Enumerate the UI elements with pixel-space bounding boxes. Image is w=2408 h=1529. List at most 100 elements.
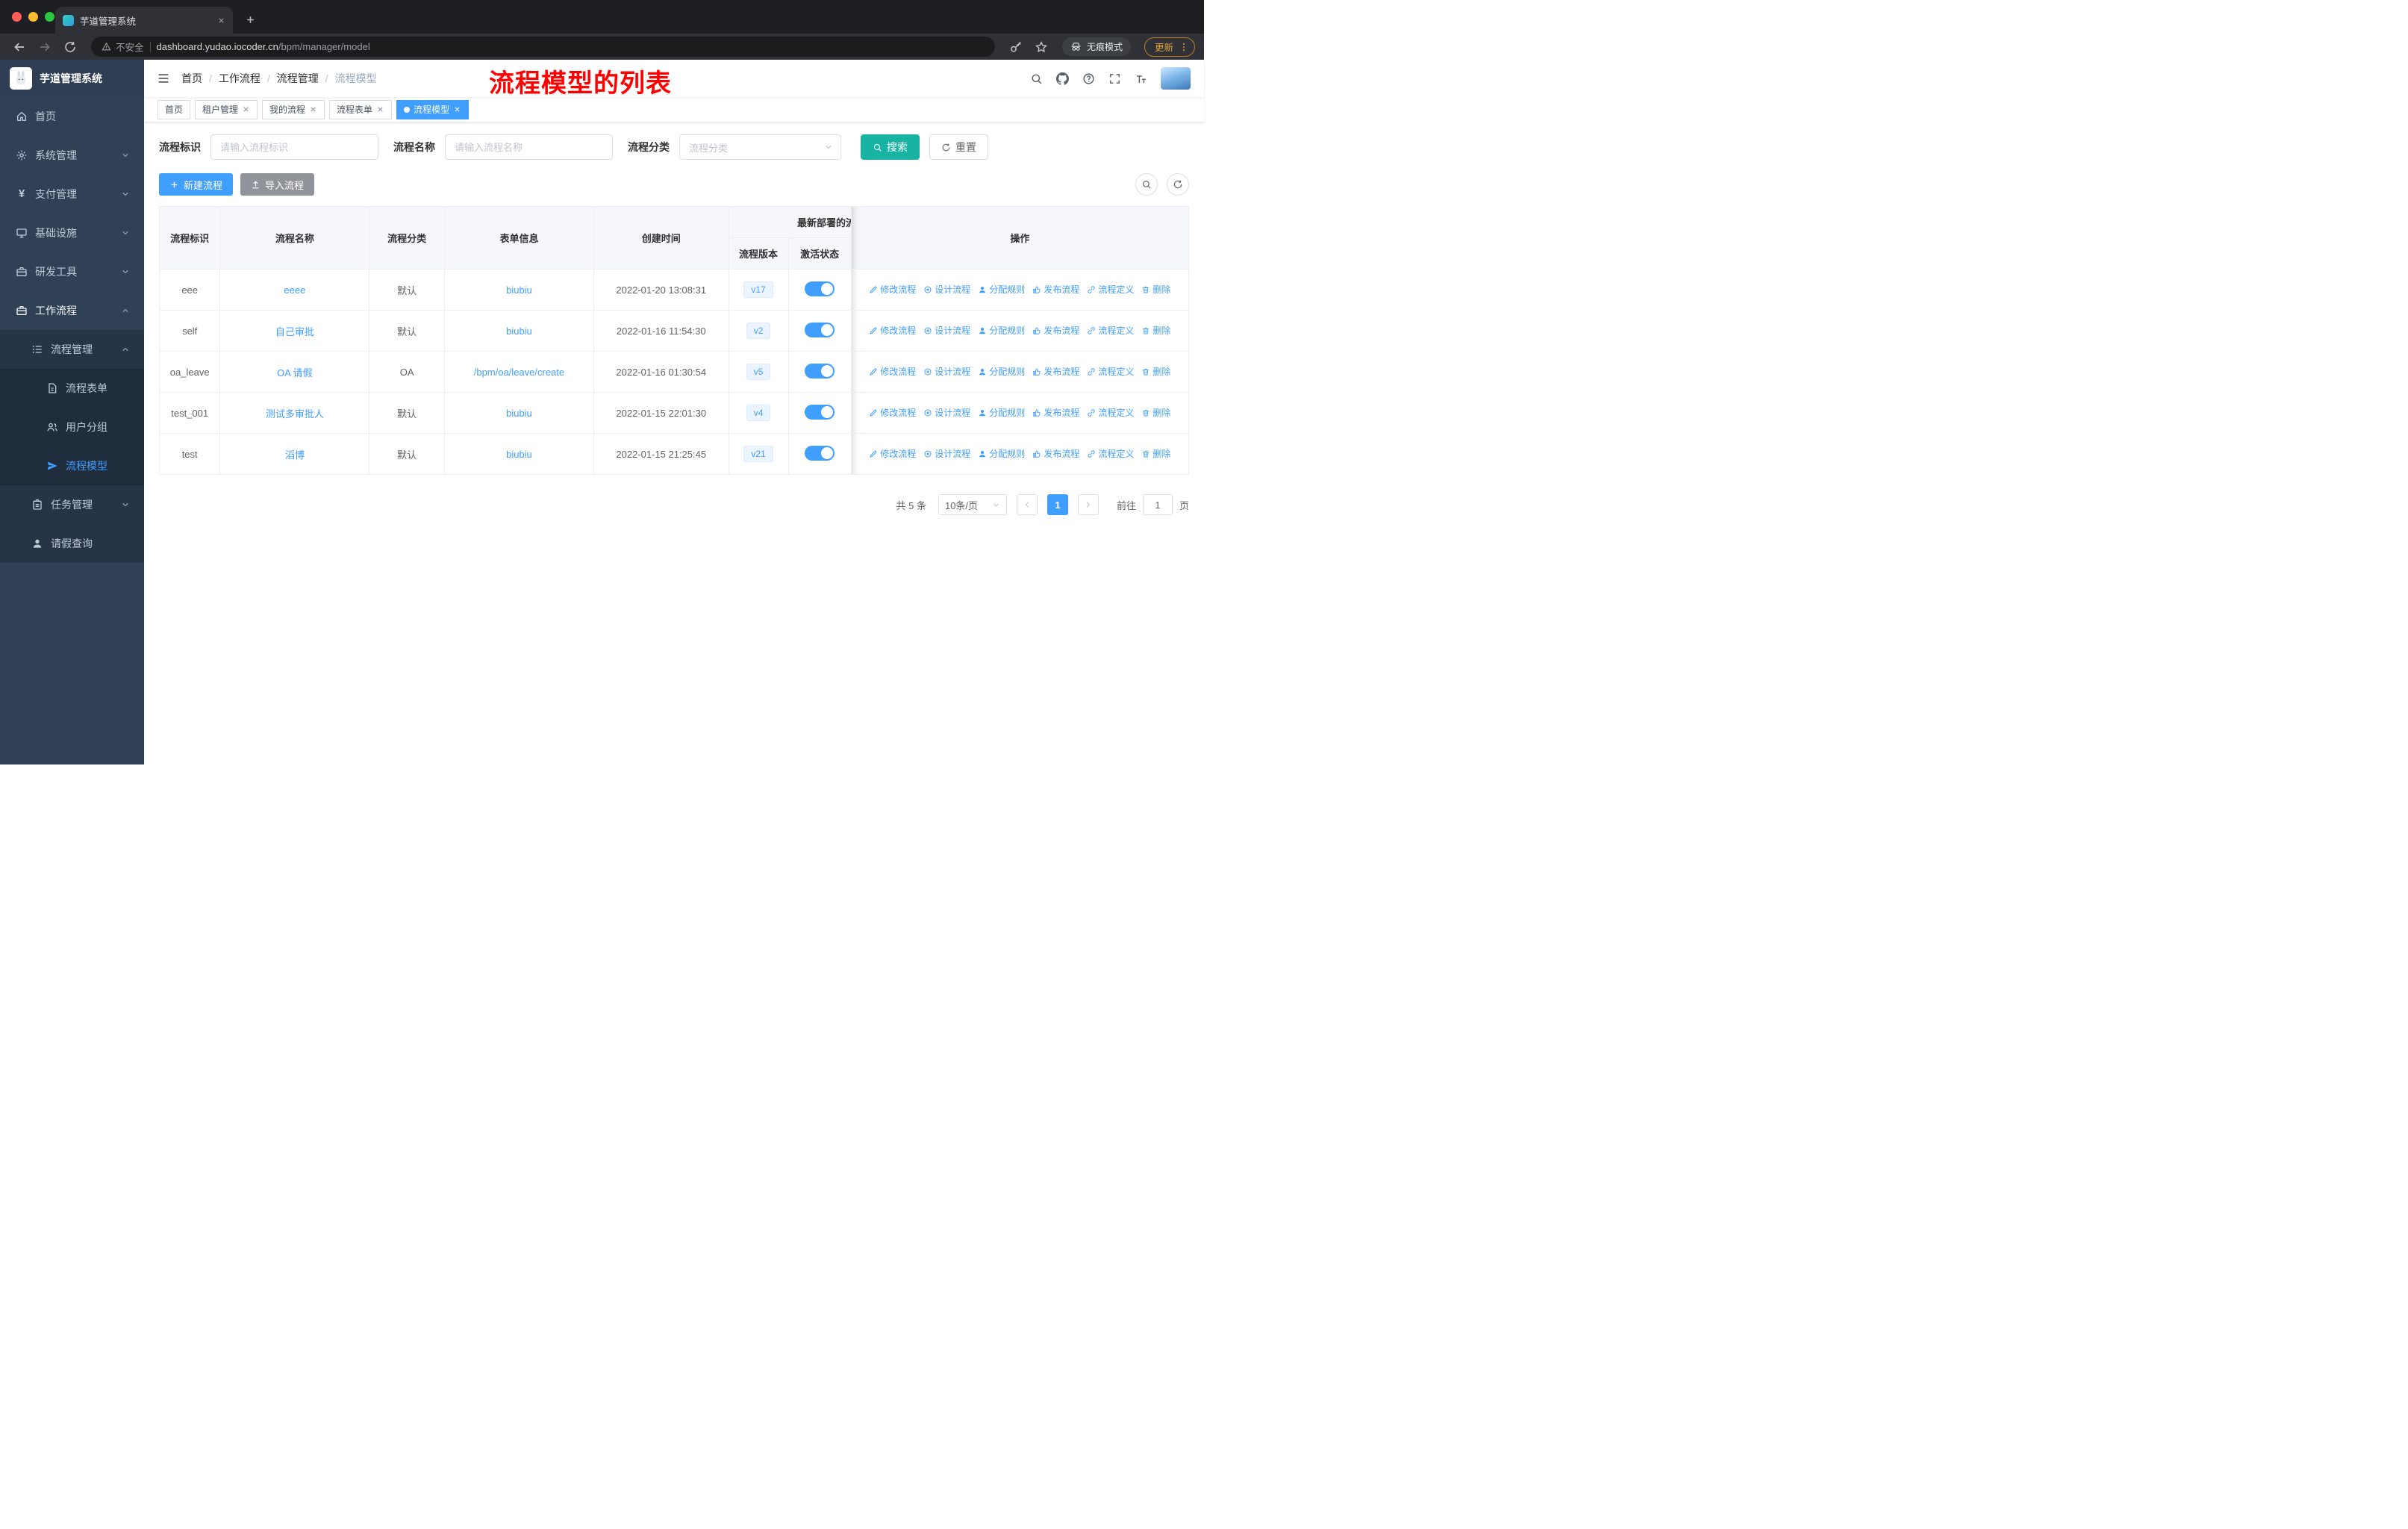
sidebar-item-leave-query[interactable]: 请假查询 [0, 524, 144, 563]
sidebar-item-home[interactable]: 首页 [0, 97, 144, 136]
close-icon[interactable] [453, 105, 461, 113]
process-id-input[interactable] [210, 134, 378, 160]
page-size-select[interactable]: 10条/页 [938, 494, 1007, 515]
reset-button[interactable]: 重置 [929, 134, 988, 160]
action-definition[interactable]: 流程定义 [1087, 447, 1134, 460]
browser-menu-dots-icon[interactable] [1179, 42, 1189, 52]
breadcrumb-home[interactable]: 首页 [181, 71, 202, 86]
action-delete[interactable]: 删除 [1141, 283, 1170, 296]
window-zoom-button[interactable] [45, 12, 54, 22]
avatar[interactable] [1161, 67, 1191, 90]
active-toggle[interactable] [805, 363, 835, 379]
action-design[interactable]: 设计流程 [923, 283, 970, 296]
action-delete[interactable]: 删除 [1141, 447, 1170, 460]
action-publish[interactable]: 发布流程 [1032, 365, 1079, 378]
action-definition[interactable]: 流程定义 [1087, 365, 1134, 378]
action-publish[interactable]: 发布流程 [1032, 406, 1079, 419]
tag-process-form[interactable]: 流程表单 [329, 99, 393, 119]
process-name-link[interactable]: 自己审批 [275, 326, 314, 337]
goto-page-input[interactable] [1142, 494, 1173, 515]
browser-tab[interactable]: 芋道管理系统 [55, 7, 233, 34]
sidebar-item-payment[interactable]: ¥ 支付管理 [0, 175, 144, 214]
action-delete[interactable]: 删除 [1141, 365, 1170, 378]
font-size-icon[interactable] [1135, 72, 1147, 85]
tag-process-model[interactable]: 流程模型 [396, 99, 470, 119]
action-assign-rule[interactable]: 分配规则 [978, 283, 1025, 296]
process-name-link[interactable]: OA 请假 [277, 367, 313, 379]
form-info-link[interactable]: biubiu [506, 408, 532, 419]
action-definition[interactable]: 流程定义 [1087, 406, 1134, 419]
sidebar-item-process-management[interactable]: 流程管理 [0, 330, 144, 369]
action-edit[interactable]: 修改流程 [869, 283, 916, 296]
close-icon[interactable] [242, 105, 250, 113]
tag-tenant[interactable]: 租户管理 [195, 99, 258, 119]
password-key-icon[interactable] [1009, 40, 1023, 54]
action-design[interactable]: 设计流程 [923, 447, 970, 460]
action-assign-rule[interactable]: 分配规则 [978, 365, 1025, 378]
process-category-select[interactable]: 流程分类 [679, 134, 841, 160]
action-design[interactable]: 设计流程 [923, 365, 970, 378]
action-edit[interactable]: 修改流程 [869, 406, 916, 419]
window-close-button[interactable] [12, 12, 22, 22]
action-delete[interactable]: 删除 [1141, 324, 1170, 337]
sidebar-item-process-model[interactable]: 流程模型 [0, 446, 144, 485]
next-page-button[interactable] [1077, 494, 1099, 515]
form-info-link[interactable]: biubiu [506, 284, 532, 296]
action-edit[interactable]: 修改流程 [869, 447, 916, 460]
action-design[interactable]: 设计流程 [923, 324, 970, 337]
toggle-search-button[interactable] [1135, 173, 1158, 196]
import-process-button[interactable]: 导入流程 [240, 173, 315, 196]
reload-icon[interactable] [63, 40, 77, 54]
back-icon[interactable] [13, 40, 26, 54]
action-edit[interactable]: 修改流程 [869, 365, 916, 378]
active-toggle[interactable] [805, 404, 835, 420]
new-tab-button[interactable] [245, 14, 256, 25]
sidebar-item-user-group[interactable]: 用户分组 [0, 408, 144, 446]
action-publish[interactable]: 发布流程 [1032, 324, 1079, 337]
address-bar[interactable]: 不安全 dashboard.yudao.iocoder.cn/bpm/manag… [91, 37, 995, 57]
process-name-link[interactable]: 滔博 [285, 449, 305, 461]
sidebar-item-infrastructure[interactable]: 基础设施 [0, 214, 144, 252]
search-button[interactable]: 搜索 [861, 134, 920, 160]
security-indicator[interactable]: 不安全 [102, 40, 144, 54]
active-toggle[interactable] [805, 322, 835, 337]
help-icon[interactable] [1082, 72, 1095, 85]
bookmark-star-icon[interactable] [1035, 40, 1048, 54]
process-name-link[interactable]: 测试多审批人 [266, 408, 324, 420]
breadcrumb-process-management[interactable]: 流程管理 [277, 71, 319, 86]
close-icon[interactable] [309, 105, 317, 113]
action-definition[interactable]: 流程定义 [1087, 324, 1134, 337]
action-assign-rule[interactable]: 分配规则 [978, 406, 1025, 419]
action-publish[interactable]: 发布流程 [1032, 283, 1079, 296]
action-publish[interactable]: 发布流程 [1032, 447, 1079, 460]
sidebar-item-process-form[interactable]: 流程表单 [0, 369, 144, 408]
github-icon[interactable] [1056, 72, 1069, 85]
browser-update-button[interactable]: 更新 [1144, 37, 1195, 57]
active-toggle[interactable] [805, 281, 835, 296]
prev-page-button[interactable] [1016, 494, 1038, 515]
action-assign-rule[interactable]: 分配规则 [978, 447, 1025, 460]
forward-icon[interactable] [38, 40, 52, 54]
create-process-button[interactable]: 新建流程 [159, 173, 234, 196]
active-toggle[interactable] [805, 445, 835, 461]
action-delete[interactable]: 删除 [1141, 406, 1170, 419]
sidebar-item-task-management[interactable]: 任务管理 [0, 485, 144, 524]
window-minimize-button[interactable] [28, 12, 38, 22]
sidebar-item-devtools[interactable]: 研发工具 [0, 252, 144, 291]
sidebar-toggle-button[interactable] [144, 72, 181, 85]
fullscreen-icon[interactable] [1108, 72, 1121, 85]
page-number-current[interactable]: 1 [1047, 494, 1068, 515]
tag-home[interactable]: 首页 [157, 99, 191, 119]
process-name-input[interactable] [445, 134, 613, 160]
sidebar-item-system[interactable]: 系统管理 [0, 136, 144, 175]
tag-my-process[interactable]: 我的流程 [262, 99, 325, 119]
action-definition[interactable]: 流程定义 [1087, 283, 1134, 296]
sidebar-item-workflow[interactable]: 工作流程 [0, 291, 144, 330]
action-design[interactable]: 设计流程 [923, 406, 970, 419]
form-info-link[interactable]: biubiu [506, 326, 532, 337]
action-assign-rule[interactable]: 分配规则 [978, 324, 1025, 337]
search-icon[interactable] [1030, 72, 1043, 85]
process-name-link[interactable]: eeee [284, 284, 305, 296]
form-info-link[interactable]: biubiu [506, 449, 532, 460]
refresh-table-button[interactable] [1167, 173, 1189, 196]
